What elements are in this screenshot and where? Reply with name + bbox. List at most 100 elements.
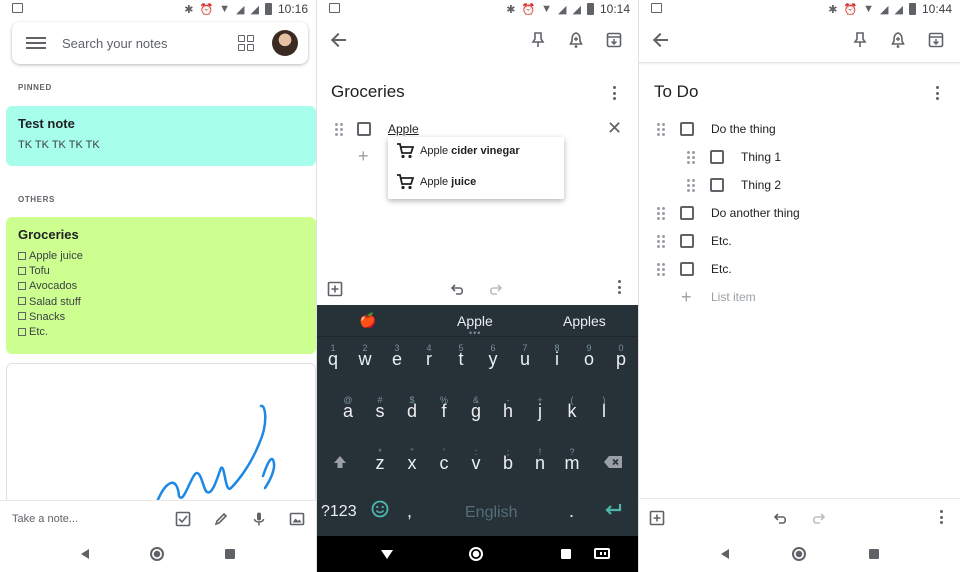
add-item-icon[interactable]: + <box>681 288 692 306</box>
item-checkbox[interactable] <box>680 206 694 220</box>
add-list-item-input[interactable]: List item <box>711 290 756 304</box>
pin-icon[interactable] <box>848 28 872 52</box>
key[interactable]: # s <box>365 395 395 422</box>
home-nav-icon[interactable] <box>791 547 806 561</box>
key[interactable]: 6y <box>478 343 508 370</box>
key[interactable]: + j <box>525 395 555 422</box>
add-box-icon[interactable] <box>327 281 343 302</box>
backspace-key-icon[interactable] <box>603 455 623 474</box>
key[interactable]: 5t <box>446 343 476 370</box>
key[interactable]: 7u <box>510 343 540 370</box>
more-options-icon[interactable] <box>940 510 944 524</box>
key[interactable]: 3e <box>382 343 412 370</box>
key[interactable]: ! n <box>525 447 555 474</box>
comma-key[interactable]: , <box>407 501 412 522</box>
shift-key-icon[interactable] <box>333 455 347 474</box>
more-suggestions-icon[interactable]: ••• <box>469 328 481 338</box>
hide-keyboard-nav-icon[interactable] <box>381 550 393 559</box>
space-bar[interactable]: English <box>465 504 517 522</box>
key[interactable]: 2w <box>350 343 380 370</box>
home-nav-icon[interactable] <box>149 547 164 561</box>
pin-icon[interactable] <box>526 28 550 52</box>
period-key[interactable]: . <box>569 501 574 522</box>
item-checkbox[interactable] <box>357 122 371 136</box>
take-note-input[interactable]: Take a note... <box>12 513 164 525</box>
undo-icon[interactable] <box>450 281 466 302</box>
more-options-icon[interactable] <box>936 86 940 100</box>
key[interactable]: $ d <box>397 395 427 422</box>
key[interactable]: 9o <box>574 343 604 370</box>
more-options-icon[interactable] <box>618 280 622 294</box>
recents-nav-icon[interactable] <box>868 549 879 559</box>
key[interactable]: ? m <box>557 447 587 474</box>
item-text[interactable]: Do the thing <box>711 122 776 136</box>
key[interactable]: & g <box>461 395 491 422</box>
redo-icon[interactable] <box>810 510 826 531</box>
add-box-icon[interactable] <box>649 510 665 531</box>
keyboard-switch-icon[interactable] <box>594 548 610 559</box>
add-item-icon[interactable]: + <box>358 147 369 165</box>
key[interactable]: 8i <box>542 343 572 370</box>
note-title[interactable]: To Do <box>654 82 698 102</box>
item-text[interactable]: Thing 1 <box>741 150 781 164</box>
key[interactable]: ; b <box>493 447 523 474</box>
key[interactable]: * z <box>365 447 395 474</box>
suggestion-word[interactable]: Apple <box>457 313 493 329</box>
key[interactable]: % f <box>429 395 459 422</box>
reminder-bell-icon[interactable] <box>564 28 588 52</box>
key[interactable]: " x <box>397 447 427 474</box>
hamburger-menu-icon[interactable] <box>26 37 46 49</box>
home-nav-icon[interactable] <box>469 547 483 561</box>
recents-nav-icon[interactable] <box>561 549 571 559</box>
back-nav-icon[interactable] <box>720 549 729 559</box>
back-arrow-icon[interactable] <box>653 32 669 48</box>
enter-key-icon[interactable] <box>603 503 623 522</box>
drag-handle-icon[interactable] <box>657 263 665 276</box>
item-text[interactable]: Thing 2 <box>741 178 781 192</box>
drag-handle-icon[interactable] <box>335 123 343 136</box>
suggestion-word[interactable]: Apples <box>563 313 606 329</box>
key[interactable]: 1q <box>318 343 348 370</box>
suggestion-item[interactable]: Apple juice <box>396 174 476 190</box>
list-item-input[interactable]: Apple <box>388 122 419 136</box>
item-checkbox[interactable] <box>680 262 694 276</box>
item-checkbox[interactable] <box>710 150 724 164</box>
recents-nav-icon[interactable] <box>225 549 236 559</box>
redo-icon[interactable] <box>487 281 503 302</box>
drag-handle-icon[interactable] <box>687 151 695 164</box>
item-checkbox[interactable] <box>710 178 724 192</box>
suggestion-item[interactable]: Apple cider vinegar <box>396 143 520 159</box>
key[interactable]: ' c <box>429 447 459 474</box>
drag-handle-icon[interactable] <box>657 123 665 136</box>
emoji-key-icon[interactable] <box>371 500 389 523</box>
key[interactable]: @ a <box>333 395 363 422</box>
suggestion-emoji[interactable]: 🍎 <box>359 312 376 329</box>
drag-handle-icon[interactable] <box>657 235 665 248</box>
note-title[interactable]: Groceries <box>331 82 405 102</box>
item-checkbox[interactable] <box>680 234 694 248</box>
avatar[interactable] <box>272 30 298 56</box>
item-text[interactable]: Do another thing <box>711 206 800 220</box>
item-checkbox[interactable] <box>680 122 694 136</box>
pen-icon[interactable] <box>202 511 240 527</box>
groceries-note-card[interactable]: Groceries Apple juice Tofu Avocados Sala… <box>6 217 316 354</box>
drag-handle-icon[interactable] <box>657 207 665 220</box>
key[interactable]: (k <box>557 395 587 422</box>
more-options-icon[interactable] <box>613 86 617 100</box>
pinned-note-card[interactable]: Test note TK TK TK TK TK <box>6 106 316 166</box>
reminder-bell-icon[interactable] <box>886 28 910 52</box>
back-arrow-icon[interactable] <box>331 32 347 48</box>
search-input[interactable]: Search your notes <box>62 36 238 51</box>
close-icon[interactable]: ✕ <box>607 119 622 137</box>
search-bar[interactable]: Search your notes <box>12 22 308 64</box>
key[interactable]: -h <box>493 395 523 422</box>
key[interactable]: ) l <box>589 395 619 422</box>
key[interactable]: :v <box>461 447 491 474</box>
undo-icon[interactable] <box>773 510 789 531</box>
archive-icon[interactable] <box>602 28 626 52</box>
item-text[interactable]: Etc. <box>711 262 732 276</box>
archive-icon[interactable] <box>924 28 948 52</box>
new-list-icon[interactable] <box>164 511 202 527</box>
back-nav-icon[interactable] <box>80 549 89 559</box>
key[interactable]: 0p <box>606 343 636 370</box>
